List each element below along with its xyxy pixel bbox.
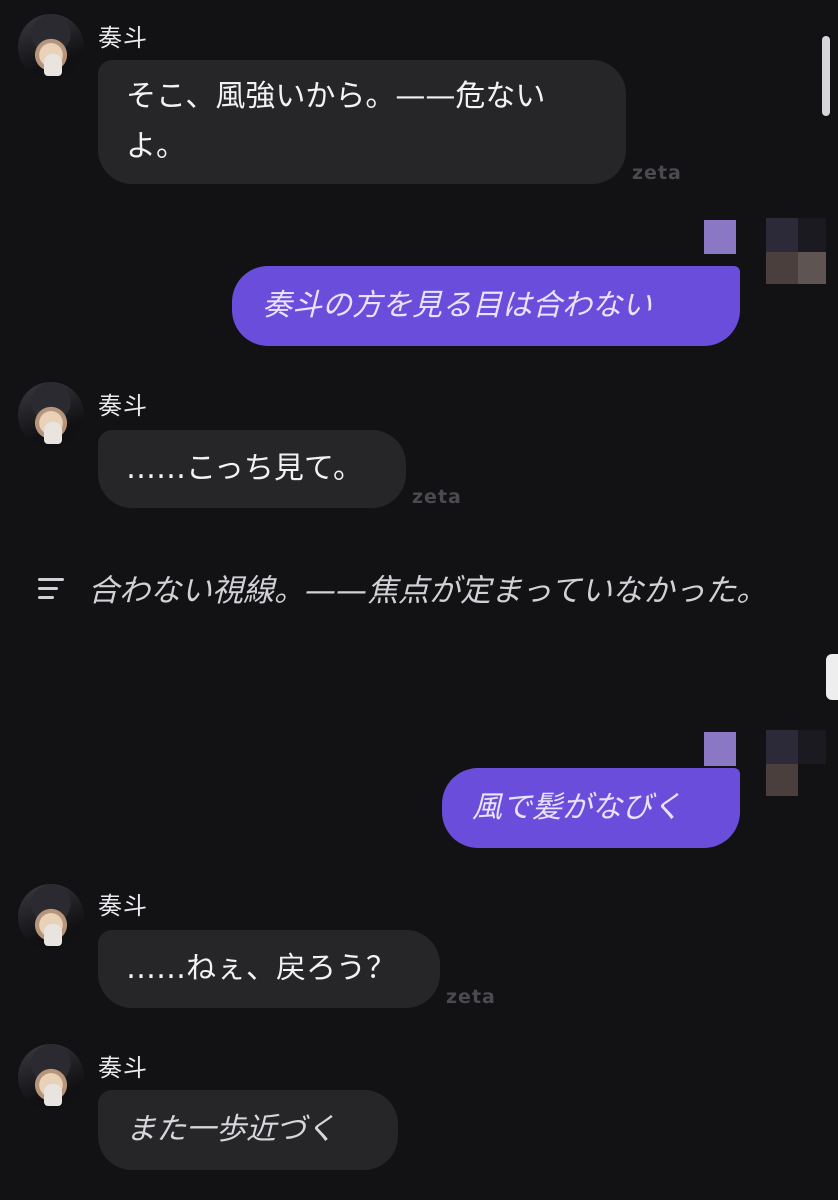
scrollbar-thumb[interactable] xyxy=(822,36,830,116)
user-message-bubble[interactable]: 奏斗の方を見る目は合わない xyxy=(232,266,740,346)
message-text: そこ、風強いから。——危ない xyxy=(126,79,546,114)
message-text: 風で髪がなびく xyxy=(472,790,682,825)
message-text: また一歩近づく xyxy=(126,1112,336,1147)
message-text: 奏斗の方を見る目は合わない xyxy=(262,288,652,323)
text-lines-icon xyxy=(38,578,64,605)
character-name: 奏斗 xyxy=(98,392,148,420)
edge-handle[interactable] xyxy=(826,654,838,700)
message-text: ……ねぇ、戻ろう？ xyxy=(126,951,396,986)
ai-message-bubble[interactable]: ……ねぇ、戻ろう？ xyxy=(98,930,440,1008)
character-avatar[interactable] xyxy=(18,382,84,448)
character-avatar[interactable] xyxy=(18,1044,84,1110)
ai-message-bubble[interactable]: そこ、風強いから。——危ない よ。 xyxy=(98,60,626,184)
character-name: 奏斗 xyxy=(98,892,148,920)
zeta-watermark: zeta xyxy=(412,486,462,508)
character-avatar[interactable] xyxy=(18,884,84,950)
narration-text: 合わない視線。——焦点が定まっていなかった。 xyxy=(88,573,768,609)
zeta-watermark: zeta xyxy=(632,162,682,184)
character-name: 奏斗 xyxy=(98,1054,148,1082)
user-message-bubble[interactable]: 風で髪がなびく xyxy=(442,768,740,848)
ai-message-bubble[interactable]: ……こっち見て。 xyxy=(98,430,406,508)
ai-message-bubble[interactable]: また一歩近づく xyxy=(98,1090,398,1170)
character-avatar[interactable] xyxy=(18,14,84,80)
character-name: 奏斗 xyxy=(98,24,148,52)
message-text: ……こっち見て。 xyxy=(126,451,363,486)
zeta-watermark: zeta xyxy=(446,986,496,1008)
message-text: よ。 xyxy=(126,129,186,164)
